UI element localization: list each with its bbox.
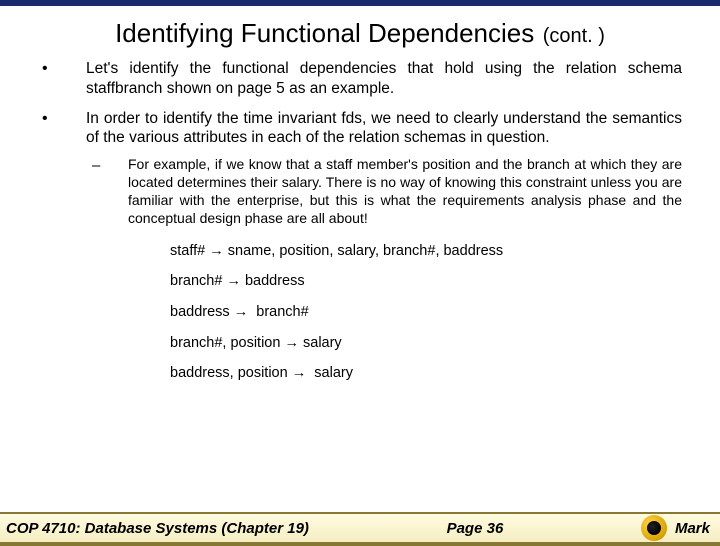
fd2-lhs: branch# — [170, 273, 222, 289]
fd-list: staff# → sname, position, salary, branch… — [128, 242, 682, 383]
arrow-icon: → — [209, 243, 228, 259]
footer-page-number: Page 36 — [309, 520, 641, 537]
fd5-lhs: baddress, position — [170, 365, 288, 381]
fd4-rhs: salary — [303, 335, 342, 351]
arrow-icon: → — [226, 273, 245, 289]
fd1-rhs: sname, position, salary, branch#, baddre… — [228, 243, 503, 259]
fd2-rhs: baddress — [245, 273, 305, 289]
footer-bar: COP 4710: Database Systems (Chapter 19) … — [0, 512, 720, 546]
fd-item-5: baddress, position → salary — [170, 364, 682, 383]
ucf-logo-icon — [641, 515, 667, 541]
slide: Identifying Functional Dependencies (con… — [0, 0, 720, 546]
bullet-1-post: shown on page 5 as an example. — [162, 80, 394, 97]
sub-bullet-1: For example, if we know that a staff mem… — [86, 156, 682, 382]
sub-bullet-1-text: For example, if we know that a staff mem… — [128, 156, 682, 226]
footer-left: COP 4710: Database Systems (Chapter 19) — [6, 520, 309, 537]
fd4-lhs: branch#, position — [170, 335, 280, 351]
sub-bullet-list: For example, if we know that a staff mem… — [86, 156, 682, 382]
bullet-2-text: In order to identify the time invariant … — [86, 110, 682, 147]
fd3-lhs: baddress — [170, 304, 230, 320]
footer-right-group: Mark — [641, 515, 710, 541]
bullet-list: Let's identify the functional dependenci… — [38, 59, 682, 383]
fd3-rhs: branch# — [256, 304, 308, 320]
fd-item-1: staff# → sname, position, salary, branch… — [170, 242, 682, 261]
bullet-1-pre: Let's identify the functional dependenci… — [86, 60, 682, 77]
arrow-icon: → — [292, 365, 311, 381]
footer-author: Mark — [675, 520, 710, 537]
slide-title: Identifying Functional Dependencies — [115, 18, 534, 48]
arrow-icon: → — [284, 335, 303, 351]
fd-item-3: baddress → branch# — [170, 303, 682, 322]
title-area: Identifying Functional Dependencies (con… — [0, 6, 720, 55]
content-area: Let's identify the functional dependenci… — [0, 55, 720, 383]
fd-item-4: branch#, position → salary — [170, 334, 682, 353]
bullet-item-1: Let's identify the functional dependenci… — [38, 59, 682, 99]
fd5-rhs: salary — [314, 365, 353, 381]
arrow-icon: → — [234, 304, 253, 320]
fd1-lhs: staff# — [170, 243, 205, 259]
bullet-item-2: In order to identify the time invariant … — [38, 109, 682, 383]
fd-item-2: branch# → baddress — [170, 272, 682, 291]
slide-title-suffix: (cont. ) — [543, 25, 605, 47]
schema-name: staffbranch — [86, 80, 162, 97]
